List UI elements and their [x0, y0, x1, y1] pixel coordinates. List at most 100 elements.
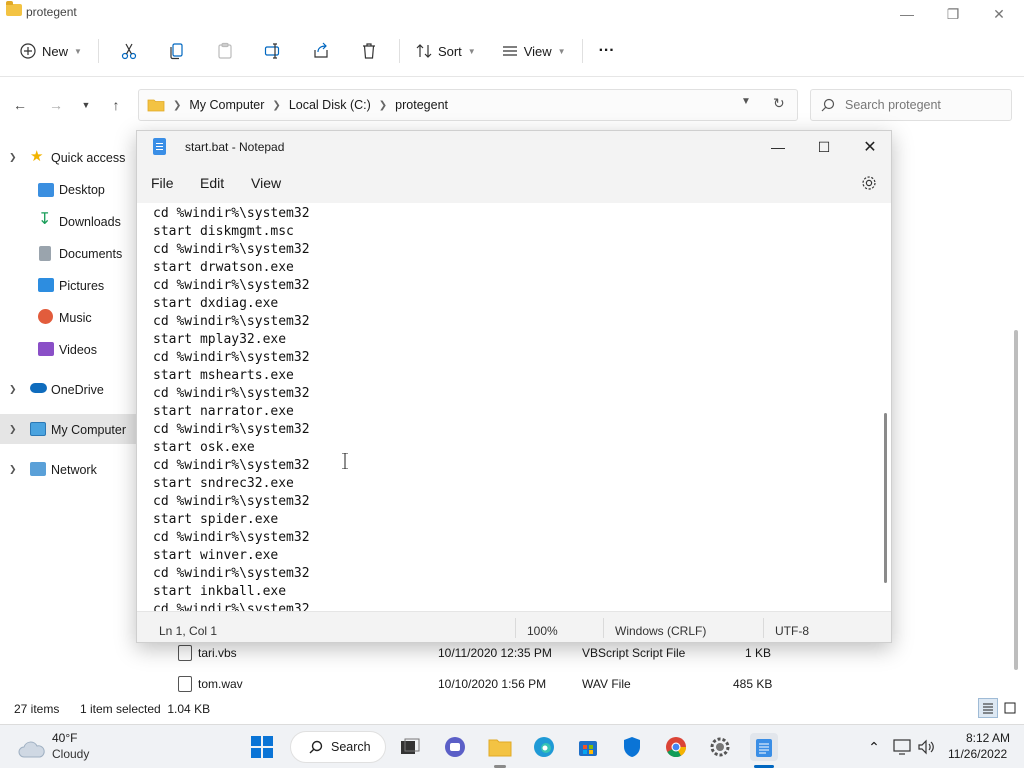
new-button[interactable]: New ▼ — [10, 35, 92, 67]
details-view-button[interactable] — [978, 698, 998, 718]
security-button[interactable] — [618, 733, 646, 761]
chat-button[interactable] — [441, 733, 469, 761]
maximize-button[interactable]: ☐ — [801, 131, 847, 163]
sidebar-item-music[interactable]: Music — [0, 302, 136, 332]
copy-button[interactable] — [163, 35, 191, 67]
clipboard-icon — [218, 42, 232, 59]
recent-locations-button[interactable]: ▼ — [76, 95, 96, 115]
chevron-up-icon[interactable]: ⌃ — [860, 733, 888, 761]
sidebar-item-downloads[interactable]: ↧ Downloads — [0, 206, 136, 236]
file-list-scrollbar[interactable] — [1014, 330, 1018, 670]
windows-logo-icon — [251, 736, 273, 758]
sidebar-item-quick-access[interactable]: ❯ ★ Quick access — [0, 142, 136, 172]
volume-tray-icon[interactable] — [912, 733, 940, 761]
menu-view[interactable]: View — [251, 175, 281, 191]
notepad-window: start.bat - Notepad — ☐ ✕ File Edit View… — [136, 130, 892, 643]
file-explorer-taskbar-button[interactable] — [486, 733, 514, 761]
sidebar-item-videos[interactable]: Videos — [0, 334, 136, 364]
chat-icon — [445, 737, 465, 757]
text-editor[interactable]: cd %windir%\system32 start diskmgmt.msc cd… — [137, 203, 891, 611]
notepad-icon — [153, 138, 166, 155]
sidebar-item-my-computer[interactable]: ❯ My Computer — [0, 414, 136, 444]
tiles-view-button[interactable] — [1000, 698, 1020, 718]
chevron-right-icon: ❯ — [9, 384, 17, 394]
sort-button[interactable]: Sort ▼ — [406, 35, 486, 67]
cloud-icon — [18, 741, 45, 758]
address-bar[interactable]: ❯ My Computer ❯ Local Disk (C:) ❯ proteg… — [138, 89, 798, 121]
notepad-titlebar: start.bat - Notepad — ☐ ✕ — [137, 131, 891, 163]
notepad-title: start.bat - Notepad — [185, 140, 285, 154]
code-line: cd %windir%\system32 — [153, 386, 310, 401]
breadcrumb-my-computer[interactable]: My Computer — [189, 98, 264, 112]
sidebar-label: OneDrive — [51, 383, 104, 397]
cut-button[interactable] — [115, 35, 143, 67]
clock-date[interactable]: 11/26/2022 — [948, 747, 1007, 761]
chevron-down-icon: ▼ — [557, 46, 566, 56]
sidebar-label: Downloads — [59, 215, 121, 229]
back-button[interactable]: ← — [10, 95, 30, 115]
delete-button[interactable] — [355, 35, 383, 67]
gear-icon — [862, 176, 876, 190]
forward-button[interactable]: → — [46, 95, 66, 115]
clock-time[interactable]: 8:12 AM — [966, 731, 1010, 745]
sidebar-item-network[interactable]: ❯ Network — [0, 454, 136, 484]
folder-icon — [147, 99, 165, 112]
file-date: 10/11/2020 12:35 PM — [438, 646, 552, 660]
selection-info: 1 item selected 1.04 KB — [80, 702, 211, 716]
explorer-title: protegent — [26, 5, 77, 19]
notepad-taskbar-button[interactable] — [750, 733, 778, 761]
close-button[interactable]: ✕ — [847, 131, 893, 163]
sidebar-label: Quick access — [51, 151, 126, 165]
store-button[interactable] — [574, 733, 602, 761]
desktop-icon — [38, 183, 54, 197]
code-line: cd %windir%\system32 — [153, 458, 310, 473]
minimize-button[interactable]: — — [755, 131, 801, 163]
music-icon — [38, 309, 53, 324]
paste-button[interactable] — [211, 35, 239, 67]
sidebar-item-pictures[interactable]: Pictures — [0, 270, 136, 300]
sidebar-item-desktop[interactable]: Desktop — [0, 174, 136, 204]
sidebar-item-documents[interactable]: Documents — [0, 238, 136, 268]
shield-icon — [624, 737, 640, 757]
menu-edit[interactable]: Edit — [200, 175, 224, 191]
chevron-down-icon: ▼ — [467, 46, 476, 56]
settings-button[interactable] — [860, 174, 878, 192]
minimize-button[interactable]: — — [884, 2, 930, 26]
copy-icon — [170, 43, 183, 60]
chrome-button[interactable] — [662, 733, 690, 761]
explorer-status-bar: 27 items 1 item selected 1.04 KB — [0, 698, 1024, 720]
editor-scrollbar[interactable] — [884, 413, 887, 583]
chevron-right-icon: ❯ — [9, 424, 17, 434]
breadcrumb-protegent[interactable]: protegent — [395, 98, 448, 112]
search-box[interactable]: Search protegent — [810, 89, 1012, 121]
settings-taskbar-button[interactable] — [706, 733, 734, 761]
notepad-menu-bar: File Edit View — [137, 163, 891, 203]
view-label: View — [523, 43, 552, 59]
close-button[interactable]: ✕ — [976, 2, 1022, 26]
refresh-icon[interactable]: ↻ — [773, 95, 785, 112]
task-view-button[interactable] — [396, 733, 424, 761]
taskbar-search[interactable]: Search — [290, 731, 386, 763]
start-button[interactable] — [248, 733, 276, 761]
command-bar: New ▼ Sort ▼ View ▼ ··· — [0, 30, 1024, 72]
view-button[interactable]: View ▼ — [492, 35, 576, 67]
up-button[interactable]: ↑ — [106, 95, 126, 115]
breadcrumb-local-disk[interactable]: Local Disk (C:) — [289, 98, 371, 112]
scissors-icon — [121, 43, 137, 60]
cursor-position: Ln 1, Col 1 — [159, 624, 218, 638]
rename-button[interactable] — [259, 35, 287, 67]
code-line: cd %windir%\system32 — [153, 350, 310, 365]
script-file-icon — [178, 645, 192, 661]
chevron-down-icon[interactable]: ▼ — [741, 96, 751, 107]
sidebar-item-onedrive[interactable]: ❯ OneDrive — [0, 374, 136, 404]
file-row-tom[interactable]: tom.wav 10/10/2020 1:56 PM WAV File 485 … — [160, 669, 800, 699]
folder-icon — [488, 739, 512, 757]
edge-button[interactable] — [530, 733, 558, 761]
restore-button[interactable]: ❐ — [930, 2, 976, 26]
file-date: 10/10/2020 1:56 PM — [438, 677, 547, 691]
more-options-button[interactable]: ··· — [589, 35, 625, 67]
gear-icon — [710, 737, 730, 757]
share-button[interactable] — [307, 35, 335, 67]
list-view-icon — [502, 46, 517, 56]
menu-file[interactable]: File — [151, 175, 174, 191]
